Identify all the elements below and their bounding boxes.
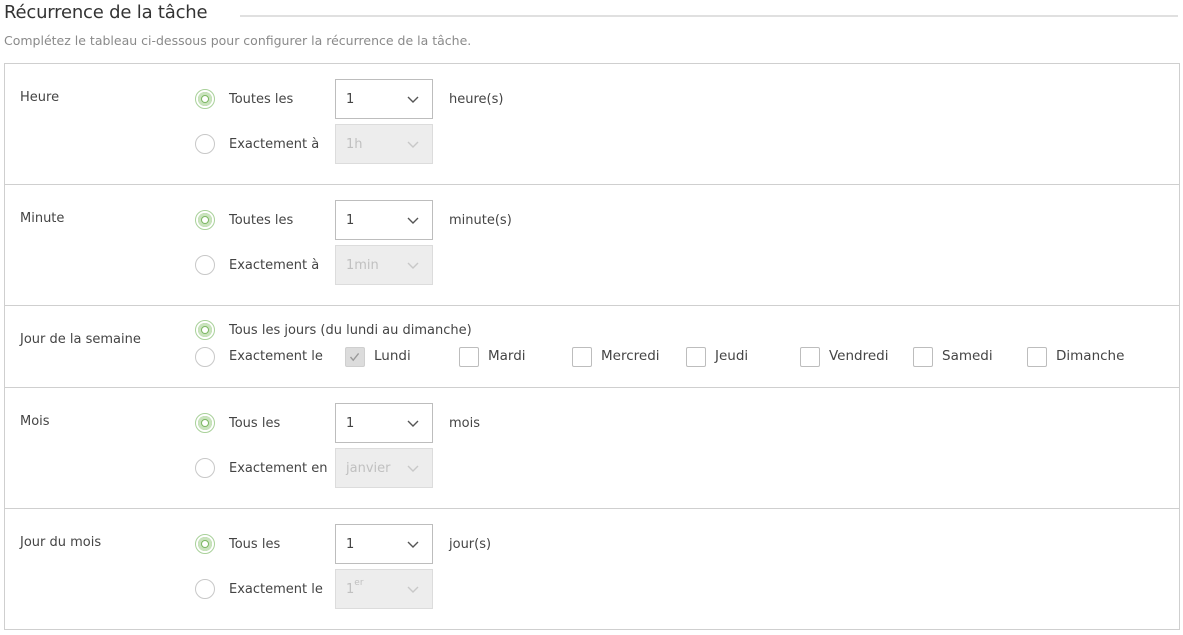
radio-heure-every[interactable] (195, 89, 215, 109)
chevron-down-icon (407, 586, 419, 593)
unit-minute: minute(s) (449, 213, 512, 228)
radio-label-minute-exact: Exactement à (229, 258, 320, 273)
radio-label-monthday-every: Tous les (229, 537, 281, 552)
checkbox-label-vendredi: Vendredi (829, 348, 889, 364)
row-monthday: Jour du mois Tous les 1 jour(s) Exacteme… (5, 509, 1179, 631)
checkbox-lundi[interactable] (345, 347, 365, 367)
select-mois-every[interactable]: 1 (335, 403, 433, 443)
checkbox-label-mardi: Mardi (488, 348, 526, 364)
checkbox-vendredi[interactable] (800, 347, 820, 367)
check-icon (349, 352, 360, 362)
select-value: 1 (346, 416, 355, 431)
checkbox-jeudi[interactable] (686, 347, 706, 367)
radio-label-heure-exact: Exactement à (229, 137, 320, 152)
select-monthday-exact: 1er (335, 569, 433, 609)
recurrence-table: Heure Toutes les 1 heure(s) Exactement à… (4, 63, 1180, 630)
row-heure: Heure Toutes les 1 heure(s) Exactement à… (5, 64, 1179, 185)
row-mois: Mois Tous les 1 mois Exactement en janvi… (5, 388, 1179, 509)
page-title: Récurrence de la tâche (4, 2, 208, 23)
row-label-heure: Heure (20, 90, 60, 105)
checkbox-mercredi[interactable] (572, 347, 592, 367)
select-minute-every[interactable]: 1 (335, 200, 433, 240)
radio-label-monthday-exact: Exactement le (229, 582, 323, 597)
checkbox-label-jeudi: Jeudi (715, 348, 749, 364)
select-value: janvier (346, 461, 391, 476)
radio-label-mois-every: Tous les (229, 416, 281, 431)
chevron-down-icon (407, 96, 419, 103)
select-value: 1 (346, 537, 355, 552)
radio-label-heure-every: Toutes les (229, 92, 294, 107)
unit-heure: heure(s) (449, 92, 504, 107)
checkbox-label-lundi: Lundi (374, 348, 411, 364)
radio-label-minute-every: Toutes les (229, 213, 294, 228)
checkbox-dimanche[interactable] (1027, 347, 1047, 367)
select-value: 1 (346, 213, 355, 228)
select-heure-every[interactable]: 1 (335, 79, 433, 119)
row-label-mois: Mois (20, 414, 50, 429)
row-minute: Minute Toutes les 1 minute(s) Exactement… (5, 185, 1179, 306)
select-monthday-every[interactable]: 1 (335, 524, 433, 564)
select-minute-exact: 1min (335, 245, 433, 285)
radio-label-mois-exact: Exactement en (229, 461, 328, 476)
row-label-minute: Minute (20, 211, 65, 226)
radio-weekday-every[interactable] (195, 320, 215, 340)
title-divider (240, 15, 1178, 17)
select-value: 1h (346, 137, 363, 152)
unit-mois: mois (449, 416, 481, 431)
radio-monthday-exact[interactable] (195, 579, 215, 599)
chevron-down-icon (407, 465, 419, 472)
section-header: Récurrence de la tâche Complétez le tabl… (4, 0, 1179, 58)
select-value: 1er (346, 578, 364, 597)
row-label-weekday: Jour de la semaine (20, 332, 141, 347)
chevron-down-icon (407, 420, 419, 427)
radio-minute-every[interactable] (195, 210, 215, 230)
checkbox-samedi[interactable] (913, 347, 933, 367)
select-value-suffix: er (354, 578, 364, 588)
checkbox-label-dimanche: Dimanche (1056, 348, 1125, 364)
radio-mois-every[interactable] (195, 413, 215, 433)
radio-weekday-exact[interactable] (195, 347, 215, 367)
select-value: 1 (346, 92, 355, 107)
radio-monthday-every[interactable] (195, 534, 215, 554)
select-mois-exact: janvier (335, 448, 433, 488)
row-weekday: Jour de la semaine Tous les jours (du lu… (5, 306, 1179, 388)
radio-label-weekday-exact: Exactement le (229, 349, 323, 364)
checkbox-label-mercredi: Mercredi (601, 348, 660, 364)
select-value: 1min (346, 258, 379, 273)
unit-monthday: jour(s) (449, 537, 492, 552)
radio-minute-exact[interactable] (195, 255, 215, 275)
checkbox-mardi[interactable] (459, 347, 479, 367)
radio-mois-exact[interactable] (195, 458, 215, 478)
chevron-down-icon (407, 262, 419, 269)
row-label-monthday: Jour du mois (20, 535, 102, 550)
chevron-down-icon (407, 217, 419, 224)
chevron-down-icon (407, 541, 419, 548)
radio-label-weekday-every: Tous les jours (du lundi au dimanche) (229, 323, 472, 338)
radio-heure-exact[interactable] (195, 134, 215, 154)
chevron-down-icon (407, 141, 419, 148)
checkbox-label-samedi: Samedi (942, 348, 993, 364)
select-heure-exact: 1h (335, 124, 433, 164)
page-subtitle: Complétez le tableau ci-dessous pour con… (4, 33, 472, 48)
